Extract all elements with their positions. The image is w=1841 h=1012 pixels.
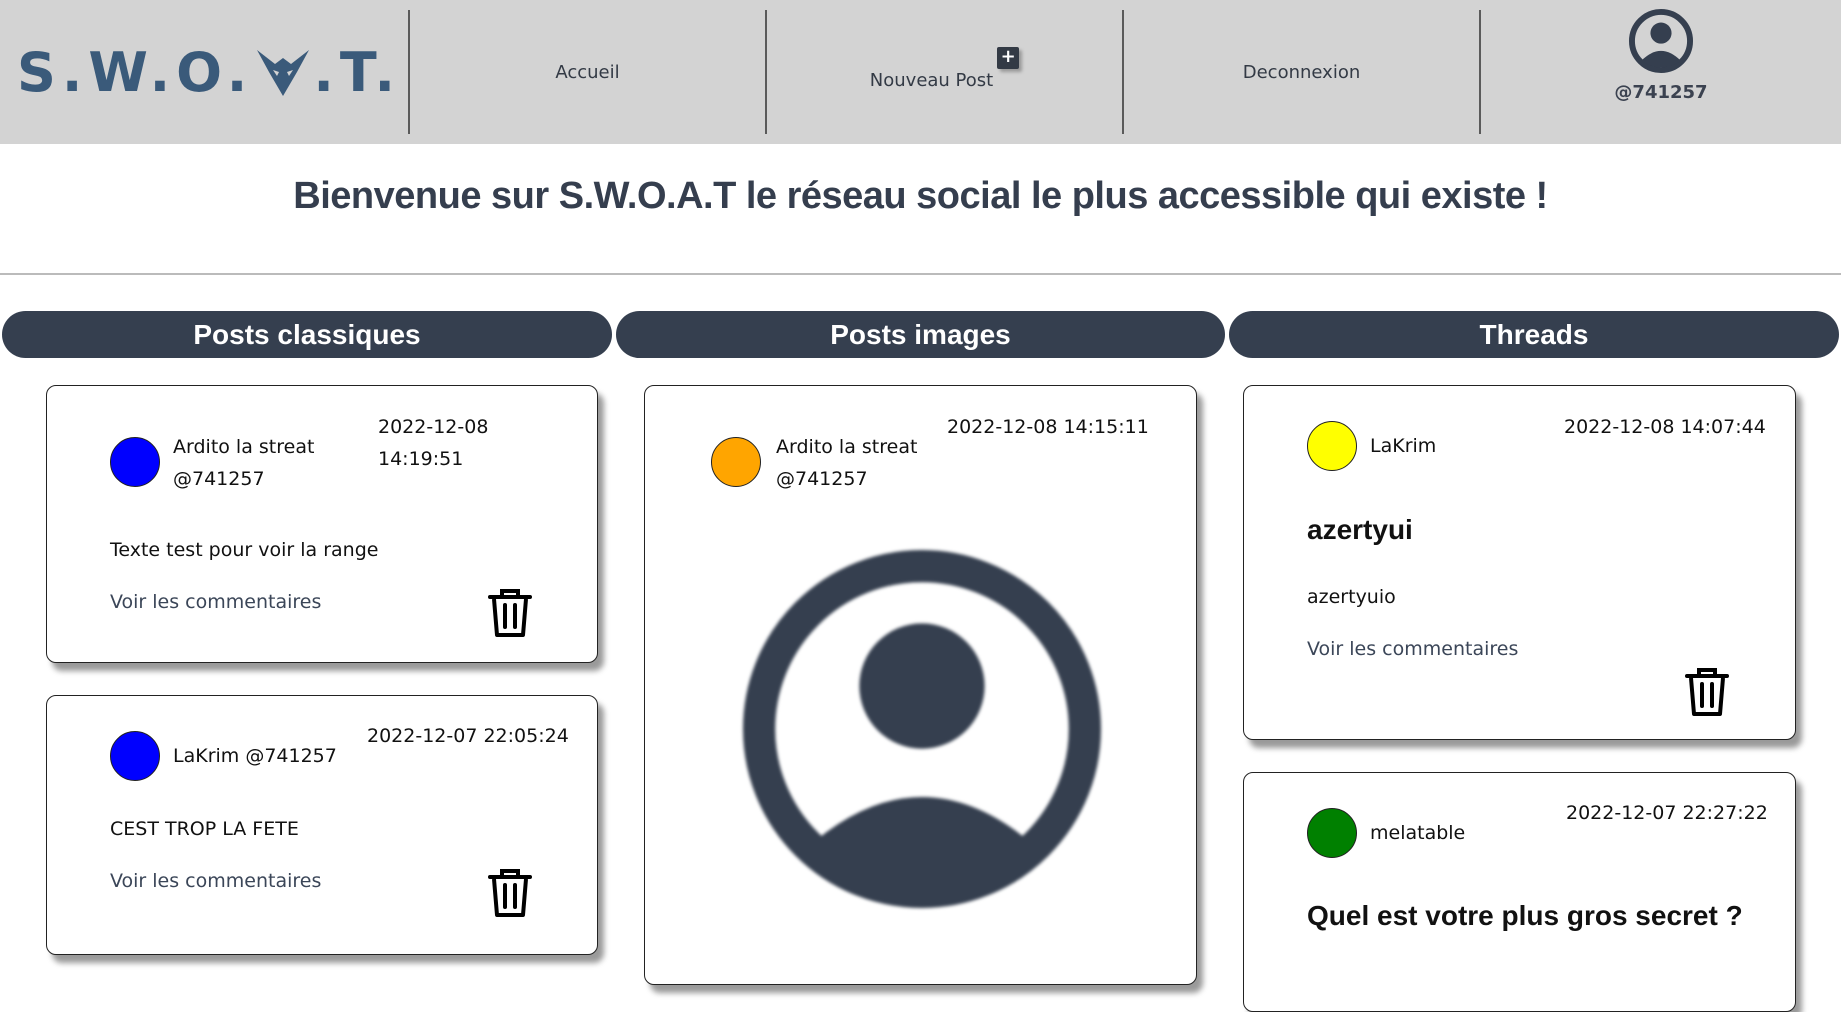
thread-title: azertyui	[1307, 514, 1413, 545]
post-author: Ardito la streat @741257	[776, 431, 917, 495]
classic-post-card: Ardito la streat @741257 2022-12-08 14:1…	[46, 385, 598, 663]
thread-card: melatable 2022-12-07 22:27:22 Quel est v…	[1243, 772, 1796, 1012]
view-comments-link[interactable]: Voir les commentaires	[1307, 638, 1518, 660]
post-date: 2022-12-07 22:05:24	[367, 725, 569, 747]
thread-date: 2022-12-07 22:27:22	[1566, 802, 1768, 824]
post-author: LaKrim @741257	[173, 745, 337, 767]
post-author-handle: @741257	[173, 468, 265, 490]
logo-text-part: S.W.O.	[17, 40, 254, 104]
nav-home-label: Accueil	[555, 61, 620, 83]
thread-title: Quel est votre plus gros secret ?	[1307, 900, 1743, 931]
trash-icon[interactable]	[487, 867, 533, 919]
column-header-threads: Threads	[1229, 311, 1839, 358]
logo-text-part: .T.	[313, 40, 401, 104]
thread-author: melatable	[1370, 822, 1466, 844]
classic-post-card: LaKrim @741257 2022-12-07 22:05:24 CEST …	[46, 695, 598, 955]
top-navbar: S.W.O. .T. Accueil Nouveau Post + Deconn…	[0, 0, 1841, 144]
avatar	[1307, 421, 1357, 471]
nav-new-post-label: Nouveau Post	[869, 69, 994, 91]
post-text: Texte test pour voir la range	[110, 539, 379, 561]
avatar	[1307, 808, 1357, 858]
thread-date: 2022-12-08 14:07:44	[1564, 416, 1766, 438]
thread-card: LaKrim 2022-12-08 14:07:44 azertyui azer…	[1243, 385, 1796, 740]
nav-home[interactable]: Accueil	[408, 10, 765, 134]
view-comments-link[interactable]: Voir les commentaires	[110, 870, 321, 892]
avatar	[110, 731, 160, 781]
post-author-name: Ardito la streat	[776, 436, 918, 458]
nav-logout-label: Deconnexion	[1242, 61, 1361, 83]
welcome-heading: Bienvenue sur S.W.O.A.T le réseau social…	[293, 175, 1548, 217]
divider	[0, 273, 1841, 275]
thread-text: azertyuio	[1307, 586, 1396, 608]
profile-handle: @741257	[1614, 82, 1708, 103]
swoat-logo[interactable]: S.W.O. .T.	[17, 41, 401, 104]
nav-new-post[interactable]: Nouveau Post +	[765, 10, 1122, 134]
view-comments-link[interactable]: Voir les commentaires	[110, 591, 321, 613]
post-date-day: 2022-12-08	[378, 416, 489, 438]
trash-icon[interactable]	[487, 587, 533, 639]
post-date: 2022-12-08 14:19:51	[378, 411, 488, 475]
post-text: CEST TROP LA FETE	[110, 818, 299, 840]
avatar	[711, 437, 761, 487]
column-header-images: Posts images	[616, 311, 1225, 358]
post-date: 2022-12-08 14:15:11	[947, 416, 1149, 438]
post-date-time: 14:19:51	[378, 448, 464, 470]
post-author-name: Ardito la streat	[173, 436, 315, 458]
image-post-card: Ardito la streat @741257 2022-12-08 14:1…	[644, 385, 1197, 985]
plus-icon: +	[997, 47, 1020, 69]
post-author-handle: @741257	[776, 468, 868, 490]
nav-logout[interactable]: Deconnexion	[1122, 10, 1479, 134]
logo-fox-icon	[257, 50, 310, 96]
trash-icon[interactable]	[1684, 666, 1730, 718]
profile-menu[interactable]: @741257	[1479, 8, 1841, 134]
post-author: Ardito la streat @741257	[173, 431, 314, 495]
column-header-classic: Posts classiques	[2, 311, 612, 358]
thread-author: LaKrim	[1370, 435, 1437, 457]
avatar	[110, 437, 160, 487]
user-circle-icon[interactable]	[1628, 8, 1694, 74]
logo-container[interactable]: S.W.O. .T.	[0, 0, 408, 144]
user-circle-icon	[743, 550, 1101, 908]
